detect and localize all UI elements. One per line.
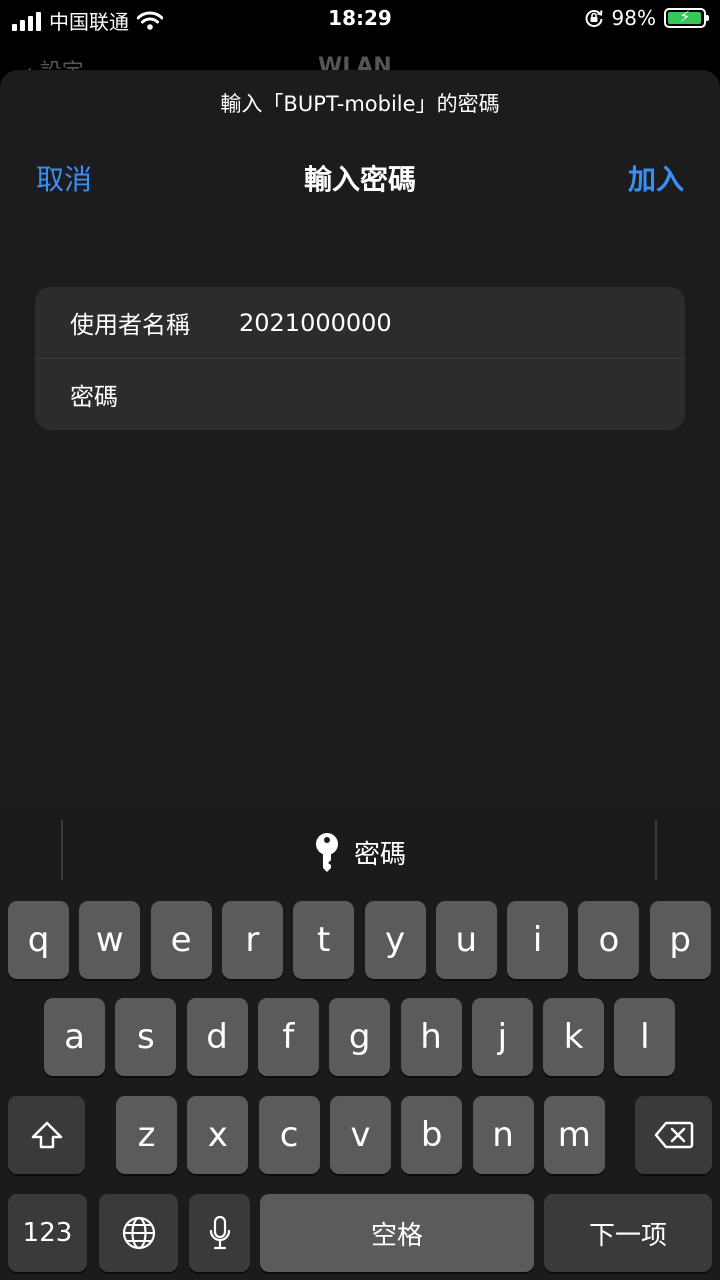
password-field[interactable] — [239, 373, 663, 417]
password-sheet: 輸入「BUPT-mobile」的密碼 取消 輸入密碼 加入 使用者名稱 2021… — [0, 70, 720, 810]
key-y[interactable]: y — [364, 901, 426, 979]
battery-percent: 98% — [611, 6, 656, 30]
key-f[interactable]: f — [257, 998, 319, 1076]
password-autofill-suggestion[interactable]: 密碼 — [0, 832, 720, 872]
space-key[interactable]: 空格 — [260, 1194, 534, 1272]
globe-key-icon[interactable] — [99, 1194, 178, 1272]
key-e[interactable]: e — [150, 901, 212, 979]
suggestion-bar: 密碼 — [0, 810, 720, 890]
key-k[interactable]: k — [543, 998, 605, 1076]
key-t[interactable]: t — [293, 901, 355, 979]
keyboard: 密碼 q w e r t y u i o p a s d f g h j k l z x c v b n m 123 空格 下一项 — [0, 810, 720, 1280]
key-i[interactable]: i — [507, 901, 569, 979]
sheet-title: 輸入密碼 — [303, 163, 416, 196]
key-g[interactable]: g — [329, 998, 391, 1076]
orientation-lock-icon — [585, 10, 603, 28]
numbers-key[interactable]: 123 — [8, 1194, 87, 1272]
key-c[interactable]: c — [258, 1096, 320, 1174]
sheet-nav-bar: 取消 輸入密碼 加入 — [0, 158, 720, 198]
network-prompt: 輸入「BUPT-mobile」的密碼 — [220, 92, 500, 116]
key-j[interactable]: j — [471, 998, 533, 1076]
key-m[interactable]: m — [543, 1096, 605, 1174]
next-key[interactable]: 下一项 — [544, 1194, 712, 1272]
status-bar: 中国联通 18:29 98% ⚡ — [0, 0, 720, 36]
key-icon — [315, 833, 338, 872]
key-r[interactable]: r — [221, 901, 283, 979]
join-button[interactable]: 加入 — [628, 158, 684, 198]
credentials-form: 使用者名稱 2021000000 密碼 — [35, 287, 685, 430]
username-label: 使用者名稱 — [70, 311, 190, 339]
key-d[interactable]: d — [186, 998, 248, 1076]
key-z[interactable]: z — [116, 1096, 177, 1174]
key-o[interactable]: o — [578, 901, 640, 979]
cancel-button[interactable]: 取消 — [36, 158, 92, 198]
key-q[interactable]: q — [8, 901, 69, 979]
password-label: 密碼 — [70, 383, 118, 411]
charging-bolt-icon: ⚡ — [679, 7, 691, 26]
key-p[interactable]: p — [649, 901, 711, 979]
key-a[interactable]: a — [44, 998, 105, 1076]
password-row[interactable]: 密碼 — [35, 358, 685, 430]
key-v[interactable]: v — [329, 1096, 391, 1174]
shift-key-icon[interactable] — [8, 1096, 85, 1174]
key-n[interactable]: n — [472, 1096, 534, 1174]
delete-key-icon[interactable] — [635, 1096, 712, 1174]
microphone-key-icon[interactable] — [189, 1194, 250, 1272]
username-field[interactable]: 2021000000 — [239, 309, 392, 337]
key-b[interactable]: b — [401, 1096, 463, 1174]
key-s[interactable]: s — [115, 998, 177, 1076]
key-u[interactable]: u — [435, 901, 497, 979]
status-bar-right: 98% ⚡ — [584, 6, 709, 30]
battery-icon: ⚡ — [664, 7, 709, 28]
suggestion-label: 密碼 — [353, 839, 406, 870]
key-x[interactable]: x — [187, 1096, 249, 1174]
key-w[interactable]: w — [79, 901, 141, 979]
username-row[interactable]: 使用者名稱 2021000000 — [35, 287, 685, 358]
key-l[interactable]: l — [614, 998, 676, 1076]
key-h[interactable]: h — [400, 998, 462, 1076]
